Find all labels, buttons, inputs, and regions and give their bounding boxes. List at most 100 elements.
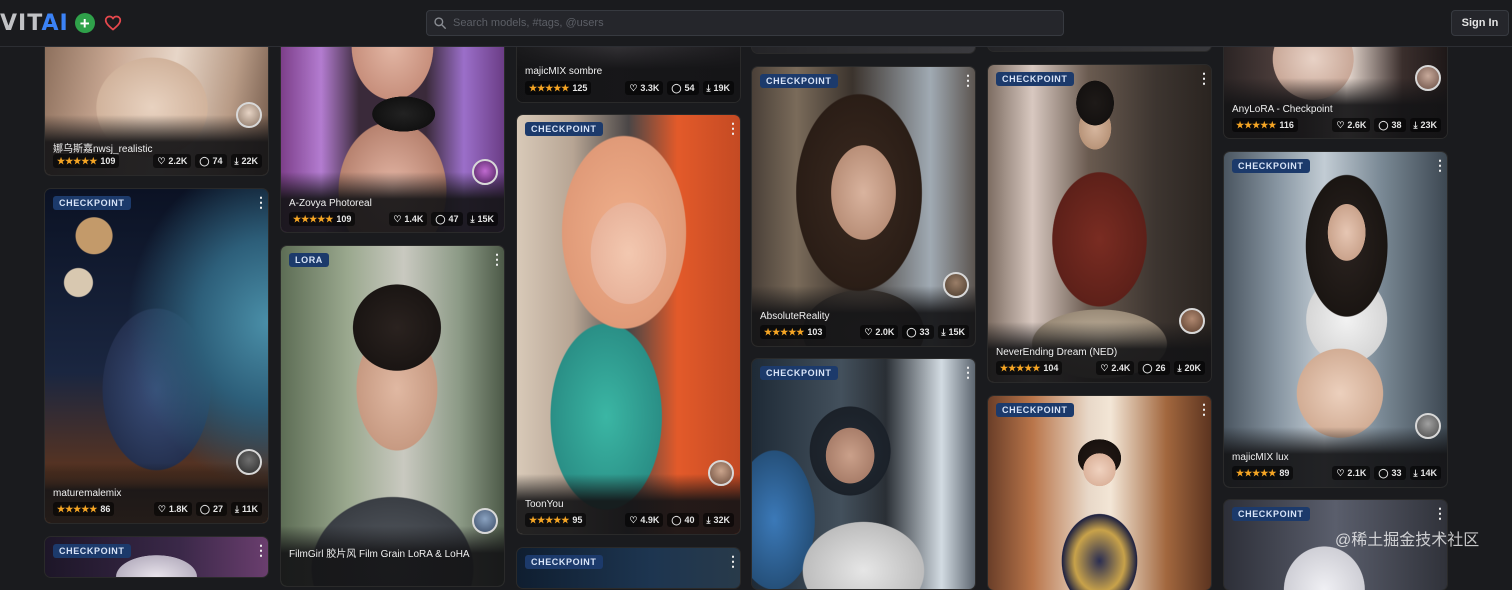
model-type-badge: CHECKPOINT bbox=[1232, 159, 1310, 173]
rating-count: 103 bbox=[807, 327, 823, 337]
download-icon: ⤓ bbox=[470, 213, 475, 224]
kebab-icon[interactable]: ⋮ bbox=[1433, 158, 1447, 172]
rating-pill: ★★★★★ 109 bbox=[53, 154, 120, 168]
comments-pill: ◯ 40 bbox=[667, 513, 699, 527]
rating-count: 109 bbox=[336, 214, 352, 224]
model-stats: ★★★★★ 104 ♡ 2.4K ◯ 26 ⤓ 20K bbox=[996, 361, 1205, 375]
comments-count: 40 bbox=[684, 515, 695, 525]
model-card[interactable]: A-Zovya Photoreal ★★★★★ 109 ♡ 1.4K ◯ 47 ⤓ 15… bbox=[281, 25, 504, 232]
kebab-icon[interactable]: ⋮ bbox=[1197, 71, 1211, 85]
likes-count: 2.0K bbox=[875, 327, 895, 337]
kebab-icon[interactable]: ⋮ bbox=[254, 195, 268, 209]
model-card[interactable]: CHECKPOINT ⋮ AbsoluteReality ★★★★★103 ♡2… bbox=[752, 67, 975, 346]
comments-count: 47 bbox=[448, 214, 459, 224]
model-type-badge: CHECKPOINT bbox=[53, 544, 131, 558]
logo-ai-part: AI bbox=[41, 10, 69, 36]
download-icon: ⤓ bbox=[1413, 467, 1418, 478]
model-title[interactable]: maturemalemix bbox=[53, 488, 258, 499]
downloads-count: 19K bbox=[713, 83, 730, 93]
likes-count: 3.3K bbox=[640, 83, 660, 93]
downloads-pill: ⤓ 15K bbox=[466, 212, 498, 226]
model-title[interactable]: FilmGirl 胶片风 Film Grain LoRA & LoHA bbox=[289, 545, 494, 560]
model-card[interactable]: CHECKPOINT ⋮ bbox=[517, 548, 740, 588]
download-icon: ⤓ bbox=[235, 503, 239, 514]
star-icon: ★★★★★ bbox=[1000, 362, 1041, 373]
model-stats: ★★★★★ 86 ♡ 1.8K ◯ 27 ⤓ 11K bbox=[53, 502, 262, 516]
creator-avatar[interactable] bbox=[943, 272, 969, 298]
kebab-icon[interactable]: ⋮ bbox=[1197, 402, 1211, 416]
model-type-badge: CHECKPOINT bbox=[525, 555, 603, 569]
heart-icon: ♡ bbox=[157, 155, 166, 166]
rating-count: 95 bbox=[572, 515, 583, 525]
plus-icon[interactable]: + bbox=[74, 13, 95, 33]
creator-avatar[interactable] bbox=[472, 508, 498, 534]
creator-avatar[interactable] bbox=[708, 460, 734, 486]
kebab-icon[interactable]: ⋮ bbox=[490, 252, 504, 266]
downloads-count: 14K bbox=[1420, 468, 1437, 478]
search-bar[interactable] bbox=[426, 10, 1064, 36]
kebab-icon[interactable]: ⋮ bbox=[961, 73, 975, 87]
downloads-pill: ⤓ 23K bbox=[1409, 118, 1441, 132]
creator-avatar[interactable] bbox=[1415, 413, 1441, 439]
model-card[interactable]: CHECKPOINT ⋮ NeverEnding Dream (NED) ★★★… bbox=[988, 65, 1211, 382]
model-title[interactable]: NeverEnding Dream (NED) bbox=[996, 347, 1201, 358]
model-card[interactable]: CHECKPOINT ⋮ majicMIX lux ★★★★★89 ♡2.1K … bbox=[1224, 152, 1447, 487]
downloads-pill: ⤓ 19K bbox=[702, 81, 734, 95]
model-title[interactable]: AbsoluteReality bbox=[760, 311, 965, 322]
model-title[interactable]: majicMIX lux bbox=[1232, 452, 1437, 463]
logo-text-part: VIT bbox=[0, 10, 42, 36]
logo-wordmark: VITAI bbox=[0, 11, 69, 36]
creator-avatar[interactable] bbox=[236, 102, 262, 128]
star-icon: ★★★★★ bbox=[57, 503, 98, 514]
model-stats: ★★★★★ 95 ♡ 4.9K ◯ 40 ⤓ 32K bbox=[525, 513, 734, 527]
creator-avatar[interactable] bbox=[1415, 65, 1441, 91]
heart-icon: ♡ bbox=[157, 503, 166, 514]
heart-icon[interactable] bbox=[103, 13, 123, 33]
creator-avatar[interactable] bbox=[236, 449, 262, 475]
comment-icon: ◯ bbox=[906, 326, 917, 337]
model-card[interactable]: CHECKPOINT ⋮ maturemalemix ★★★★★86 ♡1.8K… bbox=[45, 189, 268, 523]
model-title[interactable]: ToonYou bbox=[525, 499, 730, 510]
kebab-icon[interactable]: ⋮ bbox=[726, 121, 740, 135]
heart-icon: ♡ bbox=[1100, 362, 1109, 373]
comment-icon: ◯ bbox=[199, 503, 210, 514]
likes-pill: ♡ 1.4K bbox=[389, 212, 428, 226]
rating-pill: ★★★★★ 89 bbox=[1232, 466, 1294, 480]
model-card[interactable]: 娜乌斯嘉nwsj_realistic ★★★★★ 109 ♡ 2.2K ◯ 74 ⤓ 2… bbox=[45, 25, 268, 175]
likes-pill: ♡ 2.2K bbox=[153, 154, 192, 168]
download-icon: ⤓ bbox=[1177, 362, 1182, 373]
model-title[interactable]: 娜乌斯嘉nwsj_realistic bbox=[53, 140, 258, 155]
model-type-badge: CHECKPOINT bbox=[1232, 507, 1310, 521]
downloads-pill: ⤓ 20K bbox=[1173, 361, 1205, 375]
heart-icon: ♡ bbox=[629, 82, 638, 93]
model-title[interactable]: majicMIX sombre bbox=[525, 66, 730, 77]
rating-pill: ★★★★★ 104 bbox=[996, 361, 1063, 375]
model-title[interactable]: A-Zovya Photoreal bbox=[289, 198, 494, 209]
model-title[interactable]: AnyLoRA - Checkpoint bbox=[1232, 104, 1437, 115]
likes-pill: ♡ 1.8K bbox=[153, 502, 192, 516]
model-type-badge: LORA bbox=[289, 253, 329, 267]
kebab-icon[interactable]: ⋮ bbox=[961, 365, 975, 379]
kebab-icon[interactable]: ⋮ bbox=[1433, 506, 1447, 520]
kebab-icon[interactable]: ⋮ bbox=[254, 543, 268, 557]
sign-in-button[interactable]: Sign In bbox=[1451, 10, 1509, 36]
downloads-pill: ⤓ 14K bbox=[1409, 466, 1441, 480]
heart-icon: ♡ bbox=[393, 213, 402, 224]
model-card[interactable]: CHECKPOINT ⋮ bbox=[45, 537, 268, 577]
comment-icon: ◯ bbox=[1378, 467, 1389, 478]
model-stats: ★★★★★ 103 ♡ 2.0K ◯ 33 ⤓ 15K bbox=[760, 325, 969, 339]
model-card[interactable]: CHECKPOINT ⋮ bbox=[988, 396, 1211, 590]
civitai-logo[interactable]: VITAI + bbox=[0, 8, 123, 38]
search-input[interactable] bbox=[453, 17, 1063, 29]
search-icon bbox=[434, 17, 446, 29]
model-card[interactable]: CHECKPOINT ⋮ ToonYou ★★★★★95 ♡4.9K ◯40 ⤓… bbox=[517, 115, 740, 534]
rating-count: 116 bbox=[1279, 120, 1294, 130]
creator-avatar[interactable] bbox=[472, 159, 498, 185]
creator-avatar[interactable] bbox=[1179, 308, 1205, 334]
model-type-badge: CHECKPOINT bbox=[760, 366, 838, 380]
download-icon: ⤓ bbox=[941, 326, 946, 337]
comments-count: 26 bbox=[1155, 363, 1166, 373]
model-card[interactable]: CHECKPOINT ⋮ bbox=[752, 359, 975, 589]
model-preview-image bbox=[517, 115, 740, 534]
model-card[interactable]: LORA ⋮ FilmGirl 胶片风 Film Grain LoRA & Lo… bbox=[281, 246, 504, 586]
